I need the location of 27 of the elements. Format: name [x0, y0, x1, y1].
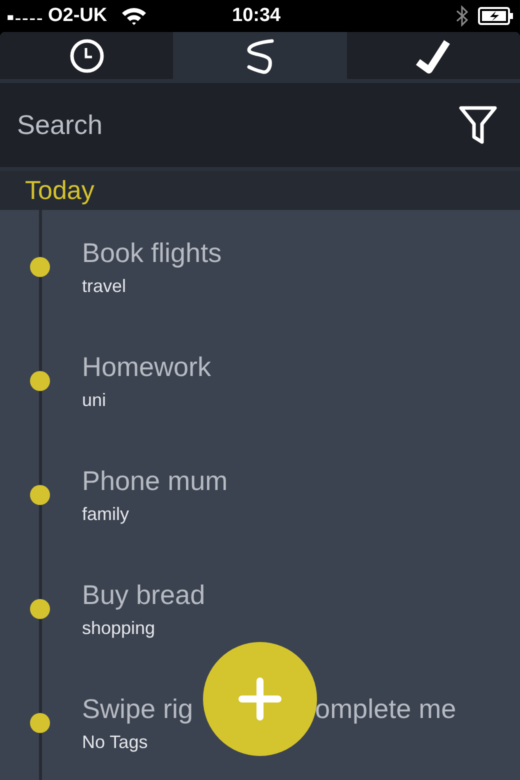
clock-icon — [68, 38, 105, 74]
task-title: Book flights — [82, 237, 222, 270]
filter-icon[interactable] — [458, 104, 498, 146]
task-tag: No Tags — [82, 730, 456, 754]
task-tag: family — [82, 502, 228, 526]
wifi-icon — [121, 6, 148, 26]
task-row[interactable]: Phone mum family — [0, 438, 520, 552]
task-row[interactable]: Homework uni — [0, 324, 520, 438]
bluetooth-icon — [456, 4, 468, 28]
plus-icon — [238, 677, 282, 721]
section-title: Today — [25, 174, 94, 207]
task-tag: shopping — [82, 616, 206, 640]
task-row[interactable]: Buy bread shopping — [0, 552, 520, 666]
task-title: Phone mum — [82, 465, 228, 498]
search-field[interactable]: Search — [0, 83, 520, 168]
task-row[interactable]: Book flights travel — [0, 210, 520, 324]
task-tag: uni — [82, 388, 212, 412]
task-title: Buy bread — [82, 579, 206, 612]
task-title: omplete me — [315, 693, 456, 726]
task-title: Homework — [82, 351, 212, 384]
battery-icon — [478, 7, 514, 25]
task-row[interactable]: Swipe rig omplete me No Tags — [0, 666, 520, 780]
task-title: Swipe rig — [82, 693, 194, 726]
carrier-name: O2-UK — [48, 4, 108, 28]
tab[interactable] — [173, 32, 347, 80]
task-tag: travel — [82, 274, 222, 298]
clock-time: 10:34 — [232, 4, 281, 28]
